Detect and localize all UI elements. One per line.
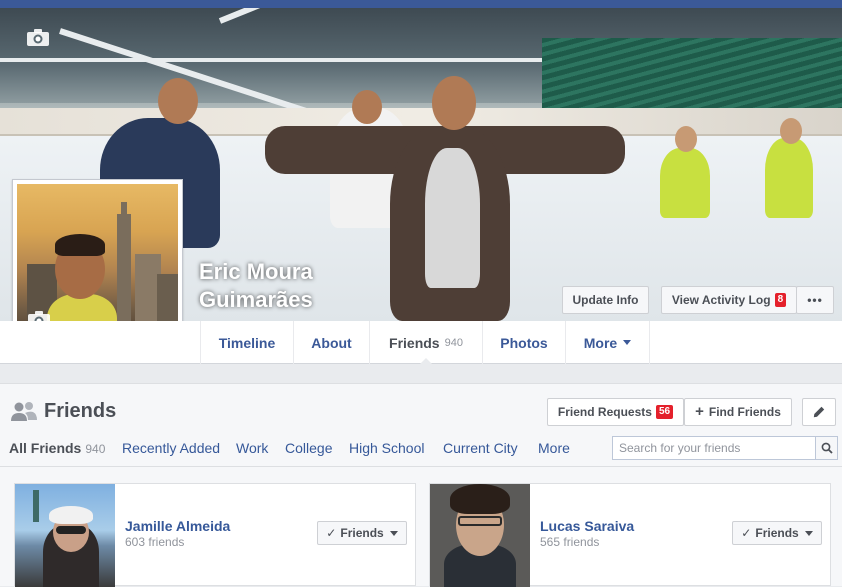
activity-log-badge: 8 — [774, 293, 787, 307]
friend-avatar-hair — [450, 484, 510, 514]
filter-recently-added[interactable]: Recently Added — [122, 440, 220, 456]
profile-nav-bar: Timeline About Friends 940 Photos More — [0, 321, 842, 365]
panel-divider — [0, 466, 842, 467]
friend-requests-button[interactable]: Friend Requests 56 — [547, 398, 684, 426]
cover-person — [765, 138, 813, 218]
search-icon — [821, 442, 833, 454]
tab-more[interactable]: More — [565, 321, 650, 364]
cover-person-shirt — [425, 148, 480, 288]
filter-work[interactable]: Work — [236, 440, 268, 456]
plus-icon: + — [695, 403, 704, 420]
tab-friends-label: Friends — [389, 334, 440, 351]
more-options-button[interactable]: ••• — [796, 286, 834, 314]
filter-more[interactable]: More — [538, 440, 570, 456]
filter-all-friends[interactable]: All Friends 940 — [9, 440, 105, 456]
update-info-label: Update Info — [572, 293, 639, 307]
profile-name-line1: Eric Moura — [199, 259, 313, 284]
chevron-down-icon — [804, 530, 813, 536]
cover-person-head — [432, 76, 476, 130]
update-info-button[interactable]: Update Info — [562, 286, 649, 314]
activity-log-label: View Activity Log — [671, 293, 771, 307]
cover-person-head — [675, 126, 697, 152]
change-cover-camera-icon[interactable] — [26, 29, 50, 47]
profile-bg-building — [121, 202, 127, 216]
friend-requests-label: Friend Requests — [557, 405, 652, 419]
tab-timeline-label: Timeline — [218, 334, 276, 351]
chevron-down-icon — [623, 340, 632, 345]
filter-all-friends-count: 940 — [85, 442, 106, 456]
tab-friends[interactable]: Friends 940 — [369, 321, 482, 365]
friend-avatar[interactable] — [430, 484, 530, 587]
pencil-icon — [813, 406, 825, 418]
friend-name[interactable]: Jamille Almeida — [125, 518, 230, 534]
filter-all-friends-label: All Friends — [9, 440, 82, 456]
edit-friends-button[interactable] — [802, 398, 836, 426]
tab-photos[interactable]: Photos — [482, 321, 565, 364]
friend-name[interactable]: Lucas Saraiva — [540, 518, 634, 534]
tab-about[interactable]: About — [293, 321, 369, 364]
filter-high-school[interactable]: High School — [349, 440, 425, 456]
tab-about-label: About — [311, 334, 352, 351]
friend-card: Jamille Almeida 603 friends ✓ Friends — [14, 483, 416, 587]
check-icon: ✓ — [741, 526, 752, 540]
tab-more-label: More — [583, 334, 618, 351]
tab-timeline[interactable]: Timeline — [200, 321, 293, 364]
friends-status-button[interactable]: ✓ Friends — [732, 521, 822, 545]
profile-person-hair — [55, 234, 105, 256]
tab-photos-label: Photos — [500, 334, 548, 351]
profile-name-line2: Guimarães — [199, 287, 313, 312]
check-icon: ✓ — [326, 526, 337, 540]
search-button[interactable] — [815, 437, 837, 459]
find-friends-label: Find Friends — [708, 405, 781, 419]
friend-card: Lucas Saraiva 565 friends ✓ Friends — [429, 483, 831, 587]
cover-person — [660, 148, 710, 218]
cover-person-head — [780, 118, 802, 144]
friend-mutual-count[interactable]: 565 friends — [540, 535, 599, 549]
cover-person-head — [158, 78, 198, 124]
tab-friends-count: 940 — [444, 336, 463, 349]
friend-search-box — [612, 436, 838, 460]
chevron-down-icon — [389, 530, 398, 536]
friend-avatar-sunglasses — [56, 526, 86, 534]
friend-avatar-glasses — [458, 516, 502, 526]
more-dots-icon: ••• — [807, 293, 823, 307]
friend-avatar[interactable] — [15, 484, 115, 587]
filter-college[interactable]: College — [285, 440, 332, 456]
friends-icon — [11, 402, 37, 421]
friend-search-input[interactable] — [613, 437, 813, 459]
friends-heading: Friends — [44, 400, 117, 422]
friend-avatar-hat — [49, 506, 93, 524]
filter-current-city[interactable]: Current City — [443, 440, 518, 456]
statue-of-liberty — [33, 490, 39, 522]
friends-status-label: Friends — [755, 526, 799, 540]
activity-log-button[interactable]: View Activity Log 8 — [661, 286, 797, 314]
cover-person-head — [352, 90, 382, 124]
top-bar — [0, 0, 842, 8]
friends-status-label: Friends — [340, 526, 384, 540]
friend-requests-badge: 56 — [655, 405, 674, 419]
friend-mutual-count[interactable]: 603 friends — [125, 535, 184, 549]
find-friends-button[interactable]: + Find Friends — [684, 398, 792, 426]
profile-name[interactable]: Eric Moura Guimarães — [199, 258, 313, 314]
friends-status-button[interactable]: ✓ Friends — [317, 521, 407, 545]
